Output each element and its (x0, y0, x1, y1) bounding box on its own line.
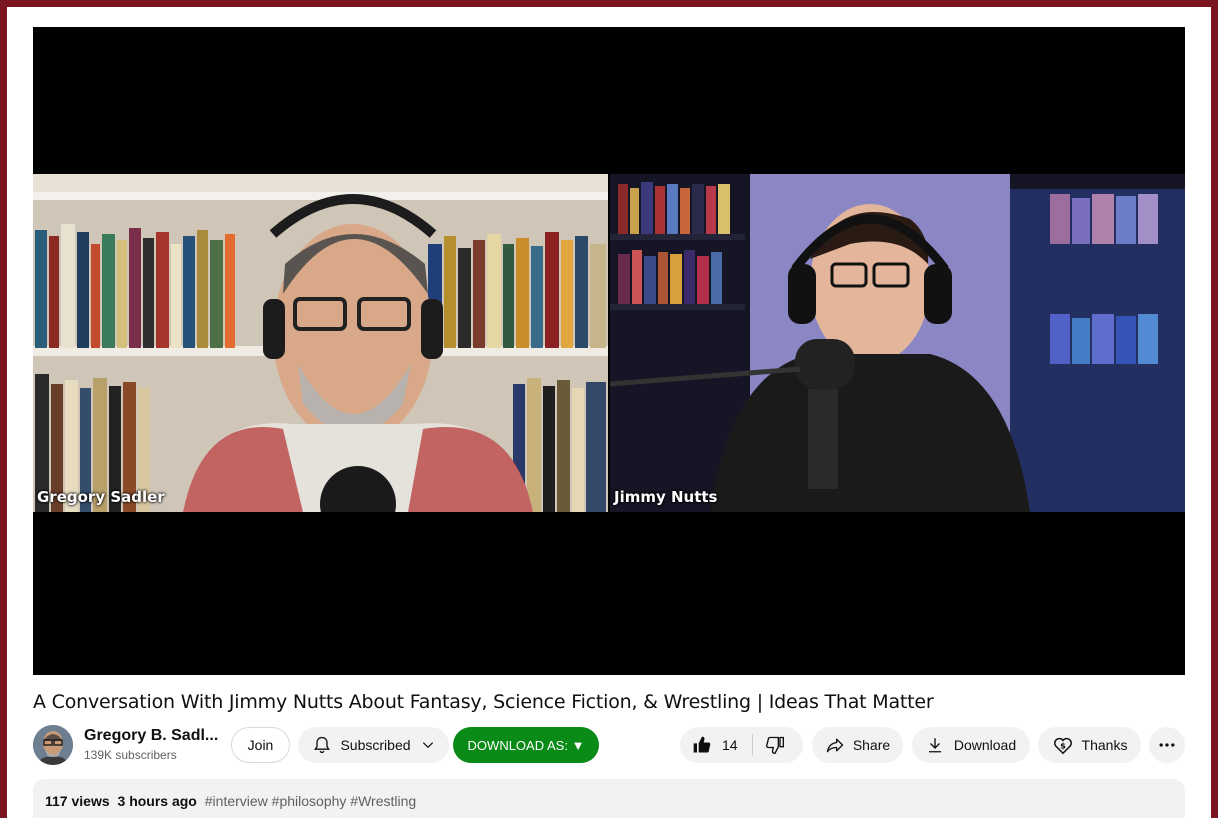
description-meta: 117 views 3 hours ago #interview #philos… (45, 793, 416, 809)
share-button[interactable]: Share (812, 727, 903, 763)
thanks-heart-dollar-icon: $ (1052, 734, 1074, 756)
download-icon (926, 736, 944, 754)
subscribed-button[interactable]: Subscribed (298, 727, 449, 763)
like-button[interactable]: 14 (692, 735, 738, 755)
upload-time: 3 hours ago (117, 793, 197, 809)
download-as-button[interactable]: DOWNLOAD AS: ▼ (453, 727, 599, 763)
svg-text:$: $ (1060, 741, 1066, 751)
share-label: Share (852, 737, 891, 753)
join-label: Join (247, 737, 274, 753)
subscriber-count: 139K subscribers (84, 748, 177, 762)
thanks-button[interactable]: $ Thanks (1038, 727, 1141, 763)
thumbs-down-icon (765, 735, 785, 755)
share-icon (825, 735, 845, 755)
hashtags[interactable]: #interview #philosophy #Wrestling (205, 793, 416, 809)
video-player[interactable]: Gregory Sadler Jimmy Nutts (33, 27, 1185, 675)
divider (751, 734, 753, 756)
page: Gregory Sadler Jimmy Nutts A Conversatio… (7, 7, 1211, 818)
channel-avatar[interactable] (33, 725, 73, 765)
more-actions-button[interactable] (1149, 727, 1185, 763)
view-count: 117 views (45, 793, 110, 809)
participant-name-right: Jimmy Nutts (614, 488, 718, 506)
chevron-down-icon (421, 738, 435, 752)
download-button[interactable]: Download (912, 727, 1030, 763)
join-button[interactable]: Join (231, 727, 290, 763)
participant-left-scene (33, 174, 608, 512)
thumbs-up-icon (692, 735, 712, 755)
participant-video-left: Gregory Sadler (33, 174, 608, 512)
participant-video-right: Jimmy Nutts (610, 174, 1185, 512)
download-label: Download (953, 737, 1017, 753)
more-horizontal-icon (1157, 735, 1177, 755)
description-box[interactable]: 117 views 3 hours ago #interview #philos… (33, 779, 1185, 818)
channel-name[interactable]: Gregory B. Sadl... (84, 727, 218, 745)
subscribed-label: Subscribed (340, 737, 411, 753)
like-count: 14 (722, 737, 738, 753)
participant-name-left: Gregory Sadler (37, 488, 165, 506)
bell-icon (312, 735, 332, 755)
participant-right-scene (610, 174, 1185, 512)
download-as-label: DOWNLOAD AS: ▼ (467, 737, 585, 753)
action-row: Gregory B. Sadl... 139K subscribers Join… (33, 725, 1191, 765)
dislike-button[interactable] (765, 735, 785, 755)
avatar-icon (33, 725, 73, 765)
thanks-label: Thanks (1081, 737, 1128, 753)
like-dislike-group: 14 (680, 727, 803, 763)
video-title: A Conversation With Jimmy Nutts About Fa… (33, 691, 934, 713)
